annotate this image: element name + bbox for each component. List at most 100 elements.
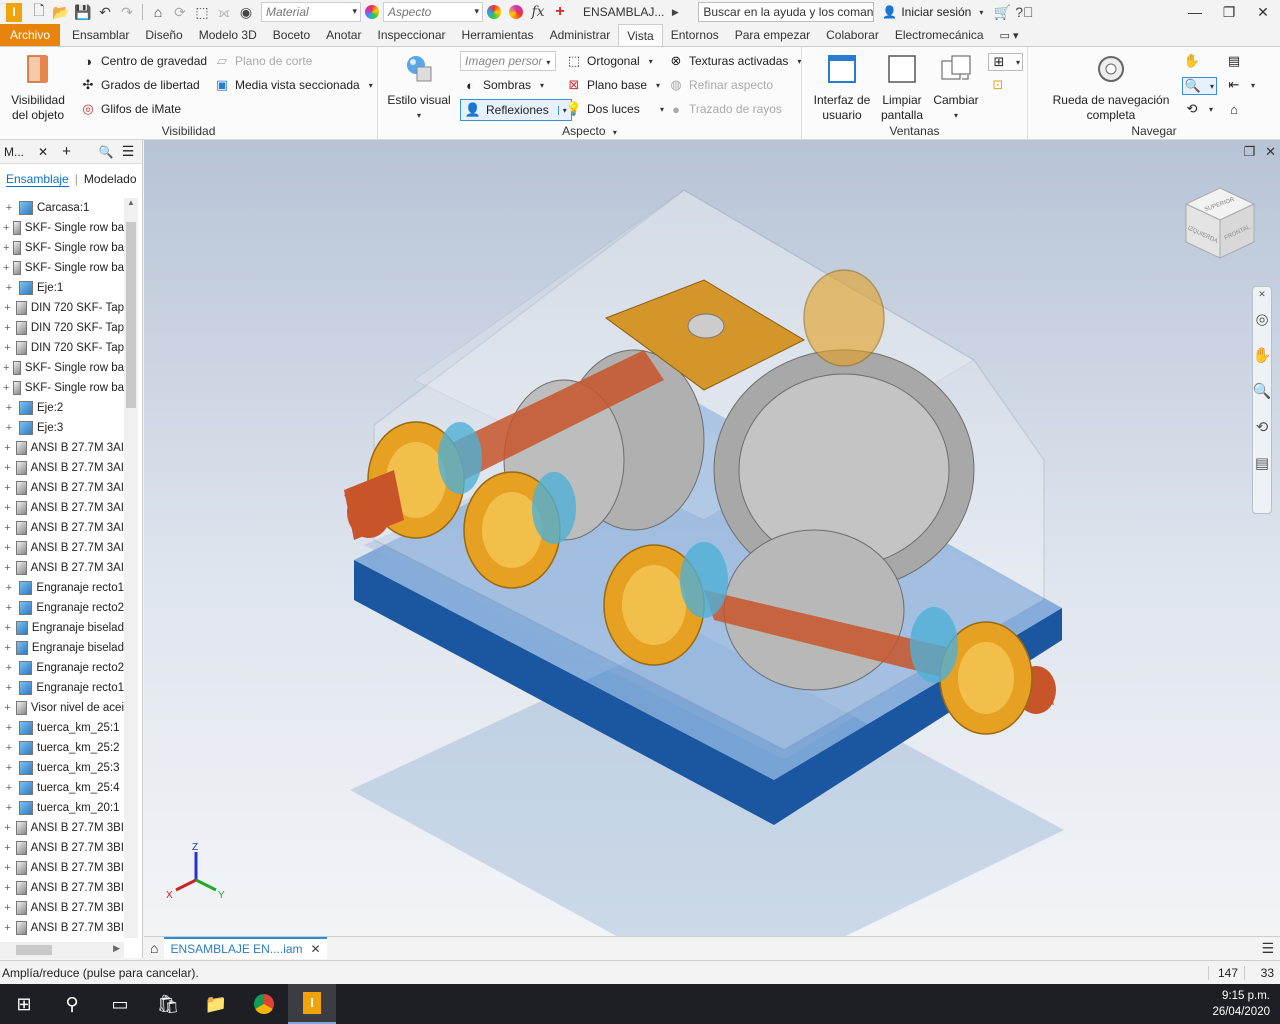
expand-icon[interactable]: +	[3, 362, 9, 374]
tree-item[interactable]: + SKF- Single row ba	[0, 218, 124, 238]
search-icon[interactable]: 🔍	[99, 145, 114, 159]
expand-icon[interactable]: +	[3, 302, 12, 314]
expand-icon[interactable]: +	[3, 522, 12, 534]
shadows-button[interactable]: ◐ Sombras ▾	[462, 77, 544, 93]
expand-icon[interactable]: +	[3, 862, 12, 874]
tree-item[interactable]: + Engranaje biselad	[0, 618, 124, 638]
ground-plane-button[interactable]: ⊠ Plano base ▾	[566, 77, 661, 93]
tree-item[interactable]: + SKF- Single row ba	[0, 238, 124, 258]
cut-plane-button[interactable]: ▱ Plano de corte	[214, 53, 312, 69]
scroll-thumb[interactable]	[126, 222, 136, 408]
system-clock[interactable]: 9:15 p.m. 26/04/2020	[1212, 988, 1270, 1020]
tab-colaborar[interactable]: Colaborar	[818, 24, 887, 46]
clear-appearance-icon[interactable]	[505, 2, 527, 22]
appearance-combo[interactable]: Aspecto ▾	[383, 2, 483, 22]
expand-icon[interactable]: +	[3, 242, 9, 254]
tree-item[interactable]: + Carcasa:1	[0, 198, 124, 218]
expand-icon[interactable]: +	[3, 562, 12, 574]
arrange-button[interactable]: ⊞ ▾	[988, 53, 1024, 71]
expand-icon[interactable]: +	[3, 842, 12, 854]
zoom-icon[interactable]: 🔍	[1253, 373, 1272, 409]
expand-icon[interactable]: +	[3, 422, 15, 434]
restore-view-icon[interactable]: ❐	[1243, 144, 1255, 160]
gearbox-model[interactable]	[144, 140, 1280, 936]
user-interface-button[interactable]: Interfaz de usuario	[810, 53, 874, 123]
tree-item[interactable]: + tuerca_km_25:1	[0, 718, 124, 738]
look-at-button[interactable]: ▤	[1226, 53, 1242, 69]
center-gravity-button[interactable]: ◑ Centro de gravedad	[80, 53, 207, 69]
tree-item[interactable]: + ANSI B 27.7M 3BI	[0, 818, 124, 838]
refine-button[interactable]: ◍ Refinar aspecto	[668, 77, 773, 93]
tree-item[interactable]: + ANSI B 27.7M 3AI	[0, 558, 124, 578]
redo-icon[interactable]: ↷	[116, 2, 138, 22]
menu-icon[interactable]: ☰	[122, 143, 135, 160]
expand-icon[interactable]: +	[3, 922, 12, 934]
close-button[interactable]: ✕	[1246, 0, 1280, 24]
tree-item[interactable]: + ANSI B 27.7M 3AI	[0, 438, 124, 458]
tree-item[interactable]: + ANSI B 27.7M 3BI	[0, 898, 124, 918]
expand-icon[interactable]: +	[3, 602, 15, 614]
task-view-icon[interactable]: ▭	[96, 984, 144, 1024]
material-combo[interactable]: Material ▾	[261, 2, 361, 22]
search-icon[interactable]: ⚲	[48, 984, 96, 1024]
pan-icon[interactable]: ✋	[1253, 337, 1272, 373]
expand-icon[interactable]: +	[3, 282, 15, 294]
tree-item[interactable]: + ANSI B 27.7M 3AI	[0, 538, 124, 558]
color-override-icon[interactable]: ◉	[235, 2, 257, 22]
tree-item[interactable]: + tuerca_km_25:2	[0, 738, 124, 758]
tree-item[interactable]: + Engranaje recto1	[0, 678, 124, 698]
expand-icon[interactable]: +	[3, 222, 9, 234]
tab-ensamblaje[interactable]: Ensamblaje	[6, 172, 69, 187]
select-icon[interactable]: ⬚	[191, 2, 213, 22]
expand-icon[interactable]: +	[3, 642, 12, 654]
adjust-appearance-icon[interactable]	[483, 2, 505, 22]
tree-item[interactable]: + DIN 720 SKF- Tap	[0, 338, 124, 358]
add-icon[interactable]: +	[62, 143, 71, 160]
look-at-icon[interactable]: ▤	[1253, 445, 1271, 481]
expand-icon[interactable]: +	[3, 722, 15, 734]
tree-item[interactable]: + ANSI B 27.7M 3BI	[0, 838, 124, 858]
tab-modelado[interactable]: Modelado	[84, 172, 137, 186]
tree-item[interactable]: + DIN 720 SKF- Tap	[0, 318, 124, 338]
tab-electromecanica[interactable]: Electromecánica	[887, 24, 992, 46]
view-face-button[interactable]: ⇤ ▾	[1226, 77, 1255, 93]
tree-item[interactable]: + SKF- Single row ba	[0, 258, 124, 278]
file-explorer-icon[interactable]: 📁	[192, 984, 240, 1024]
expand-icon[interactable]: +	[3, 442, 12, 454]
save-icon[interactable]: 💾	[72, 2, 94, 22]
imate-button[interactable]: ◎ Glifos de iMate	[80, 101, 181, 117]
home-icon[interactable]: ⌂	[147, 2, 169, 22]
expand-icon[interactable]: +	[3, 342, 12, 354]
signin-button[interactable]: 👤 Iniciar sesión ▾	[882, 5, 983, 19]
tree-item[interactable]: + Engranaje biselad	[0, 638, 124, 658]
add-icon[interactable]: +	[549, 2, 571, 22]
update-icon[interactable]: ⟳	[169, 2, 191, 22]
textures-button[interactable]: ⊗ Texturas activadas ▾	[668, 53, 802, 69]
object-visibility-button[interactable]: Visibilidad del objeto	[6, 53, 70, 123]
pan-button[interactable]: ✋	[1184, 53, 1200, 69]
tab-diseno[interactable]: Diseño	[137, 24, 190, 46]
expand-arrow-icon[interactable]: ▶	[664, 2, 686, 22]
inventor-taskbar-icon[interactable]: I	[288, 984, 336, 1024]
tab-para-empezar[interactable]: Para empezar	[727, 24, 818, 46]
tree-item[interactable]: + SKF- Single row ba	[0, 378, 124, 398]
hscroll-thumb[interactable]	[16, 945, 52, 955]
expand-icon[interactable]: +	[3, 802, 15, 814]
ray-tracing-button[interactable]: ● Trazado de rayos	[668, 101, 782, 117]
tree-item[interactable]: + Engranaje recto2	[0, 658, 124, 678]
close-icon[interactable]: ✕	[38, 145, 48, 159]
tree-item[interactable]: + Visor nivel de acei	[0, 698, 124, 718]
viewcube[interactable]: SUPERIOR IZQUIERDA FRONTAL	[1180, 184, 1260, 264]
tab-administrar[interactable]: Administrar	[542, 24, 619, 46]
tree-item[interactable]: + Eje:3	[0, 418, 124, 438]
expand-icon[interactable]: +	[3, 262, 9, 274]
tree-item[interactable]: + ANSI B 27.7M 3BI	[0, 918, 124, 938]
expand-icon[interactable]: +	[3, 322, 12, 334]
cart-icon[interactable]: 🛒	[991, 2, 1013, 22]
minimize-button[interactable]: —	[1178, 0, 1212, 24]
tree-item[interactable]: + ANSI B 27.7M 3AI	[0, 498, 124, 518]
lights-button[interactable]: 💡 Dos luces ▾	[566, 101, 664, 117]
tab-herramientas[interactable]: Herramientas	[454, 24, 542, 46]
start-button[interactable]: ⊞	[0, 984, 48, 1024]
expand-icon[interactable]: +	[3, 202, 15, 214]
